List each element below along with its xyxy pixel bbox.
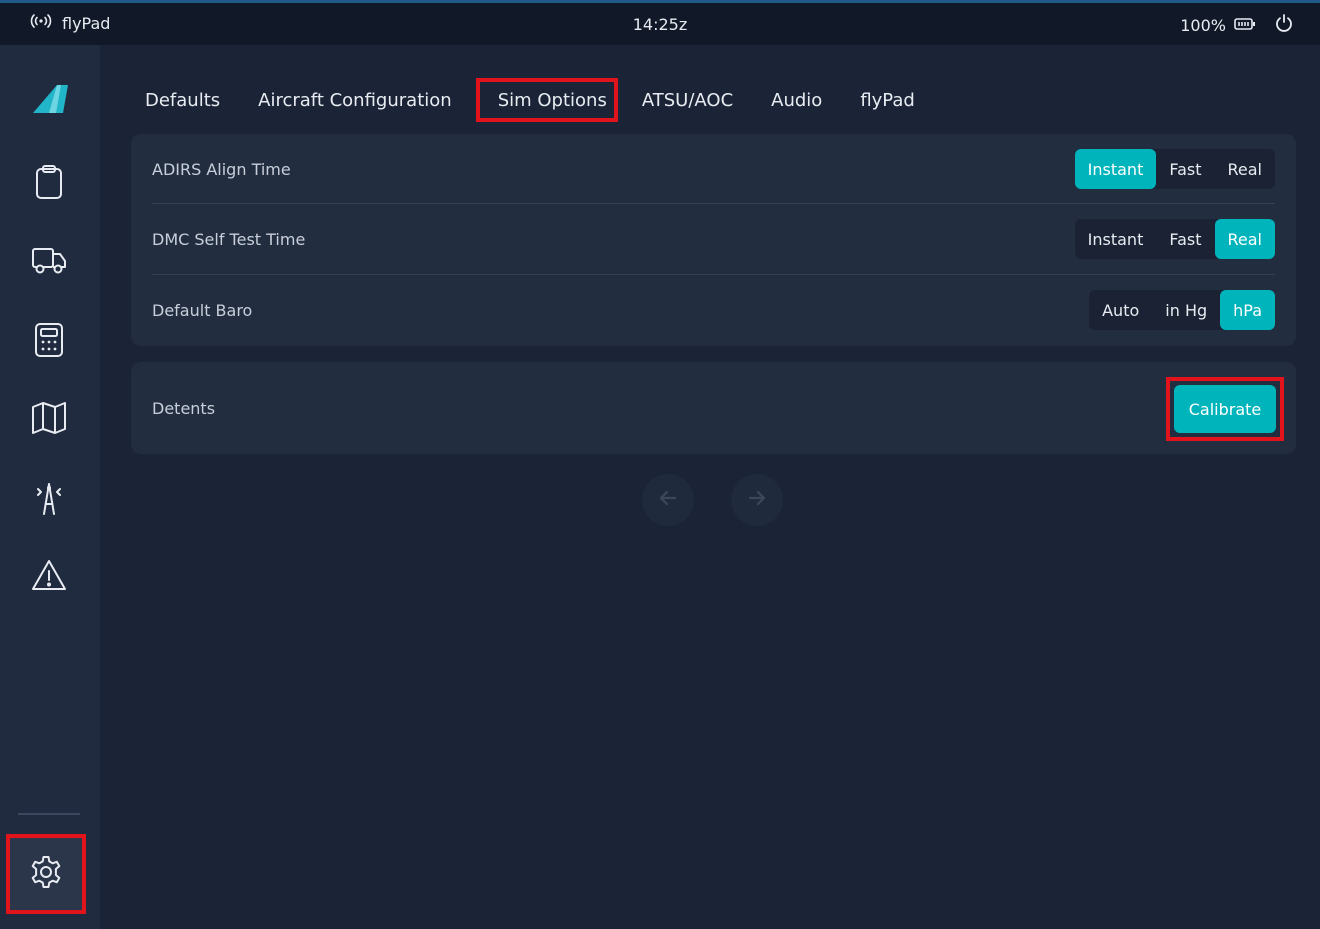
- calibrate-button[interactable]: Calibrate: [1174, 385, 1276, 433]
- map-icon[interactable]: [24, 393, 74, 443]
- dmc-self-test-label: DMC Self Test Time: [152, 229, 306, 249]
- sim-options-panel: ADIRS Align Time Instant Fast Real DMC S…: [131, 134, 1296, 346]
- adirs-align-time-label: ADIRS Align Time: [152, 159, 291, 179]
- detents-label: Detents: [152, 398, 216, 418]
- clipboard-icon[interactable]: [24, 157, 74, 207]
- tab-defaults[interactable]: Defaults: [131, 78, 234, 122]
- default-baro-selector: Auto in Hg hPa: [1089, 290, 1275, 330]
- dmc-self-test-selector: Instant Fast Real: [1074, 219, 1275, 259]
- arrow-left-icon: [657, 487, 679, 513]
- adirs-align-time-row: ADIRS Align Time Instant Fast Real: [152, 134, 1275, 204]
- tab-atsu-aoc[interactable]: ATSU/AOC: [628, 78, 747, 122]
- tab-aircraft-configuration[interactable]: Aircraft Configuration: [244, 78, 466, 122]
- detents-panel: Detents Calibrate: [131, 362, 1296, 454]
- baro-option-hpa[interactable]: hPa: [1220, 290, 1275, 330]
- calculator-icon[interactable]: [24, 315, 74, 365]
- power-icon[interactable]: [1274, 13, 1294, 37]
- tower-icon[interactable]: [24, 473, 74, 523]
- baro-option-inhg[interactable]: in Hg: [1152, 290, 1220, 330]
- adirs-option-fast[interactable]: Fast: [1156, 149, 1214, 189]
- adirs-option-instant[interactable]: Instant: [1074, 149, 1157, 189]
- dmc-option-real[interactable]: Real: [1214, 219, 1275, 259]
- dmc-option-instant[interactable]: Instant: [1075, 219, 1157, 259]
- adirs-align-time-selector: Instant Fast Real: [1074, 149, 1276, 189]
- logo-icon[interactable]: [24, 75, 74, 125]
- dmc-self-test-row: DMC Self Test Time Instant Fast Real: [152, 204, 1275, 274]
- battery-icon: [1234, 16, 1256, 35]
- truck-icon[interactable]: [24, 235, 74, 285]
- next-page-button[interactable]: [731, 474, 783, 526]
- baro-option-auto[interactable]: Auto: [1089, 290, 1152, 330]
- sidebar: [0, 45, 100, 929]
- warning-icon[interactable]: [24, 550, 74, 600]
- status-bar: flyPad 14:25z 100%: [0, 3, 1320, 45]
- dmc-option-fast[interactable]: Fast: [1156, 219, 1214, 259]
- clock: 14:25z: [632, 15, 688, 34]
- settings-button[interactable]: [6, 834, 86, 914]
- arrow-right-icon: [746, 487, 768, 513]
- previous-page-button[interactable]: [642, 474, 694, 526]
- settings-tabs: Defaults Aircraft Configuration Sim Opti…: [131, 78, 929, 122]
- sidebar-divider: [18, 813, 80, 815]
- status-right: 100%: [1180, 13, 1294, 37]
- tab-flypad[interactable]: flyPad: [846, 78, 929, 122]
- battery-indicator: 100%: [1180, 16, 1256, 35]
- gear-icon: [28, 854, 64, 894]
- default-baro-row: Default Baro Auto in Hg hPa: [152, 275, 1275, 345]
- pager: [642, 474, 783, 526]
- battery-percent: 100%: [1180, 15, 1226, 35]
- tab-sim-options[interactable]: Sim Options: [475, 78, 618, 122]
- tab-audio[interactable]: Audio: [757, 78, 836, 122]
- detents-row: Detents: [152, 373, 1275, 443]
- calibrate-highlight: Calibrate: [1166, 377, 1284, 441]
- default-baro-label: Default Baro: [152, 300, 253, 320]
- app-window: flyPad 14:25z 100% Defaults Aircraft Con…: [0, 0, 1320, 929]
- adirs-option-real[interactable]: Real: [1215, 149, 1276, 189]
